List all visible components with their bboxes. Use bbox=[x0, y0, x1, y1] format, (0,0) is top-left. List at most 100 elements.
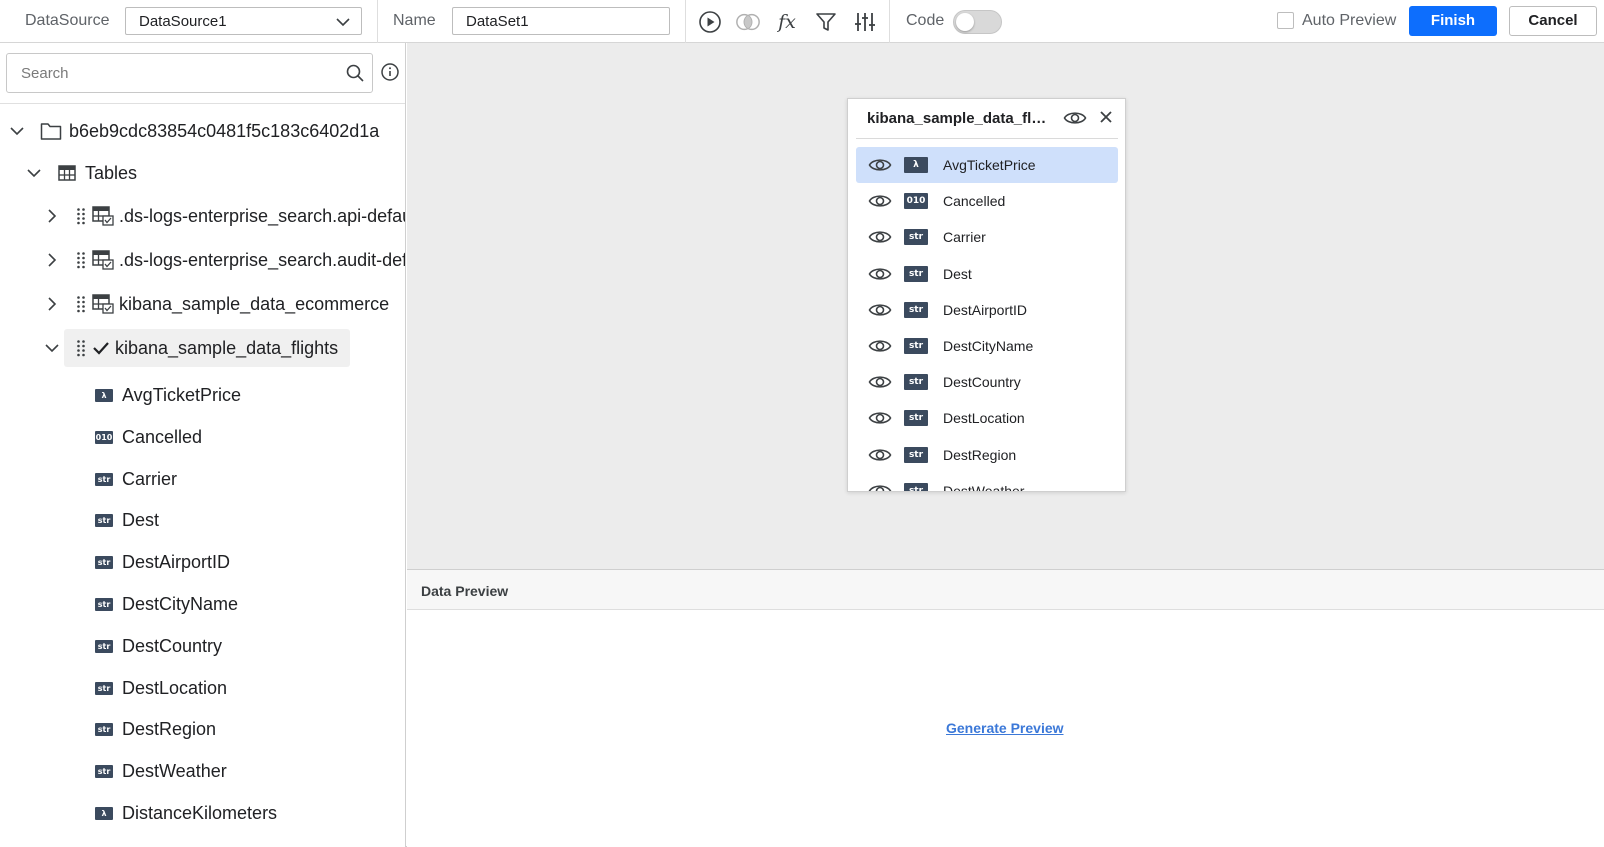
eye-icon[interactable] bbox=[868, 265, 892, 283]
eye-icon[interactable] bbox=[868, 228, 892, 246]
drag-handle-icon[interactable] bbox=[76, 295, 86, 313]
tree-root-label: b6eb9cdc83854c0481f5c183c6402d1a bbox=[69, 120, 380, 141]
eye-icon[interactable] bbox=[868, 409, 892, 427]
expand-table-icon[interactable] bbox=[42, 206, 62, 226]
table-name: .ds-logs-enterprise_search.audit-default bbox=[119, 249, 406, 270]
column-type-icon: str bbox=[95, 722, 113, 736]
run-query-icon[interactable] bbox=[697, 9, 723, 35]
table-card-column[interactable]: str DestCountry bbox=[856, 364, 1118, 400]
tree-table-item[interactable]: kibana_sample_data_flights bbox=[64, 329, 350, 367]
column-name: Cancelled bbox=[122, 426, 203, 447]
table-card-column[interactable]: str DestCityName bbox=[856, 328, 1118, 364]
drag-handle-icon[interactable] bbox=[76, 339, 86, 357]
table-card[interactable]: kibana_sample_data_flights λ AvgTicketPri… bbox=[847, 98, 1126, 492]
table-card-column[interactable]: λ AvgTicketPrice bbox=[856, 147, 1118, 183]
column-name: Dest bbox=[122, 509, 160, 530]
tree-column-item[interactable]: str DestCityName bbox=[95, 585, 238, 623]
name-label: Name bbox=[393, 12, 436, 29]
column-name: Dest bbox=[943, 265, 972, 282]
name-input[interactable]: DataSet1 bbox=[452, 7, 670, 35]
settings-sliders-icon[interactable] bbox=[852, 9, 878, 35]
tree-column-item[interactable]: λ DistanceKilometers bbox=[95, 794, 277, 832]
column-type-icon: str bbox=[904, 301, 928, 318]
table-checked-icon bbox=[92, 206, 114, 226]
tables-label: Tables bbox=[85, 162, 138, 183]
eye-icon[interactable] bbox=[868, 301, 892, 319]
column-name: Carrier bbox=[943, 229, 986, 246]
column-type-icon: str bbox=[95, 513, 113, 527]
data-preview-title: Data Preview bbox=[421, 583, 509, 599]
column-name: DestCountry bbox=[943, 374, 1021, 391]
expression-icon[interactable]: fx bbox=[774, 9, 800, 35]
table-card-column[interactable]: str DestRegion bbox=[856, 437, 1118, 473]
tree-column-item[interactable]: str DestLocation bbox=[95, 669, 227, 707]
join-icon[interactable] bbox=[735, 9, 761, 35]
search-icon[interactable] bbox=[346, 64, 364, 87]
tree-column-item[interactable]: λ AvgTicketPrice bbox=[95, 376, 241, 414]
eye-icon[interactable] bbox=[868, 337, 892, 355]
column-name: DestCityName bbox=[122, 593, 239, 614]
toggle-knob bbox=[956, 13, 974, 31]
table-card-column[interactable]: str DestWeather bbox=[856, 473, 1118, 492]
column-name: DestWeather bbox=[943, 482, 1025, 492]
toolbar-divider bbox=[685, 0, 686, 43]
tree-table-item[interactable]: .ds-logs-enterprise_search.audit-default bbox=[64, 241, 406, 279]
toolbar-divider bbox=[377, 0, 378, 43]
tree-column-item[interactable]: 010 Cancelled bbox=[95, 418, 202, 456]
column-name: Carrier bbox=[122, 468, 178, 489]
collapse-root-icon[interactable] bbox=[7, 121, 27, 141]
filter-icon[interactable] bbox=[813, 9, 839, 35]
schema-panel: Search b6eb9cdc83854c0481f5c183c6402d1a … bbox=[0, 43, 406, 847]
column-type-icon: str bbox=[904, 338, 928, 354]
tree-table-item[interactable]: .ds-logs-enterprise_search.api-default bbox=[64, 197, 405, 235]
eye-icon[interactable] bbox=[868, 192, 892, 210]
table-card-column[interactable]: str DestLocation bbox=[856, 400, 1118, 436]
table-card-title: kibana_sample_data_flights bbox=[867, 110, 1049, 127]
close-icon[interactable] bbox=[1099, 110, 1113, 129]
info-icon[interactable] bbox=[381, 63, 399, 86]
tree-column-item[interactable]: str DestAirportID bbox=[95, 543, 230, 581]
table-checked-icon bbox=[92, 250, 114, 270]
expand-table-icon[interactable] bbox=[42, 294, 62, 314]
eye-icon[interactable] bbox=[868, 373, 892, 391]
generate-preview-link[interactable]: Generate Preview bbox=[946, 720, 1064, 736]
tree-column-item[interactable]: λDistanceMiles bbox=[95, 836, 234, 847]
column-type-icon: str bbox=[95, 639, 113, 653]
eye-icon[interactable] bbox=[1063, 108, 1087, 133]
auto-preview-checkbox[interactable] bbox=[1277, 12, 1294, 29]
tree-column-item[interactable]: str DestWeather bbox=[95, 752, 227, 790]
column-name: DestLocation bbox=[122, 677, 228, 698]
code-toggle[interactable] bbox=[953, 10, 1002, 34]
cancel-button[interactable]: Cancel bbox=[1509, 6, 1597, 36]
tree-tables-group[interactable]: Tables bbox=[58, 154, 137, 192]
table-checked-icon bbox=[92, 294, 114, 314]
search-placeholder: Search bbox=[21, 65, 69, 82]
expand-table-icon[interactable] bbox=[42, 250, 62, 270]
datasource-select[interactable]: DataSource1 bbox=[125, 7, 362, 35]
search-input[interactable]: Search bbox=[6, 53, 373, 93]
drag-handle-icon[interactable] bbox=[76, 251, 86, 269]
finish-button[interactable]: Finish bbox=[1409, 6, 1497, 36]
tree-table-item[interactable]: kibana_sample_data_ecommerce bbox=[64, 285, 389, 323]
table-name: kibana_sample_data_flights bbox=[115, 337, 339, 358]
tree-column-item[interactable]: str DestCountry bbox=[95, 627, 222, 665]
folder-icon bbox=[40, 121, 62, 141]
divider bbox=[0, 103, 405, 104]
collapse-table-icon[interactable] bbox=[42, 338, 62, 358]
table-card-column[interactable]: 010 Cancelled bbox=[856, 183, 1118, 219]
collapse-tables-icon[interactable] bbox=[24, 163, 44, 183]
table-card-column[interactable]: str DestAirportID bbox=[856, 292, 1118, 328]
eye-icon[interactable] bbox=[868, 156, 892, 174]
eye-icon[interactable] bbox=[868, 482, 892, 491]
tree-root-item[interactable]: b6eb9cdc83854c0481f5c183c6402d1a bbox=[40, 112, 379, 150]
column-type-icon: str bbox=[904, 482, 928, 491]
eye-icon[interactable] bbox=[868, 446, 892, 464]
table-name: kibana_sample_data_ecommerce bbox=[119, 293, 390, 314]
table-card-column[interactable]: str Dest bbox=[856, 256, 1118, 292]
column-name: AvgTicketPrice bbox=[122, 384, 242, 405]
tree-column-item[interactable]: str Carrier bbox=[95, 460, 177, 498]
drag-handle-icon[interactable] bbox=[76, 207, 86, 225]
table-card-column[interactable]: str Carrier bbox=[856, 219, 1118, 255]
tree-column-item[interactable]: str DestRegion bbox=[95, 710, 216, 748]
tree-column-item[interactable]: str Dest bbox=[95, 501, 159, 539]
